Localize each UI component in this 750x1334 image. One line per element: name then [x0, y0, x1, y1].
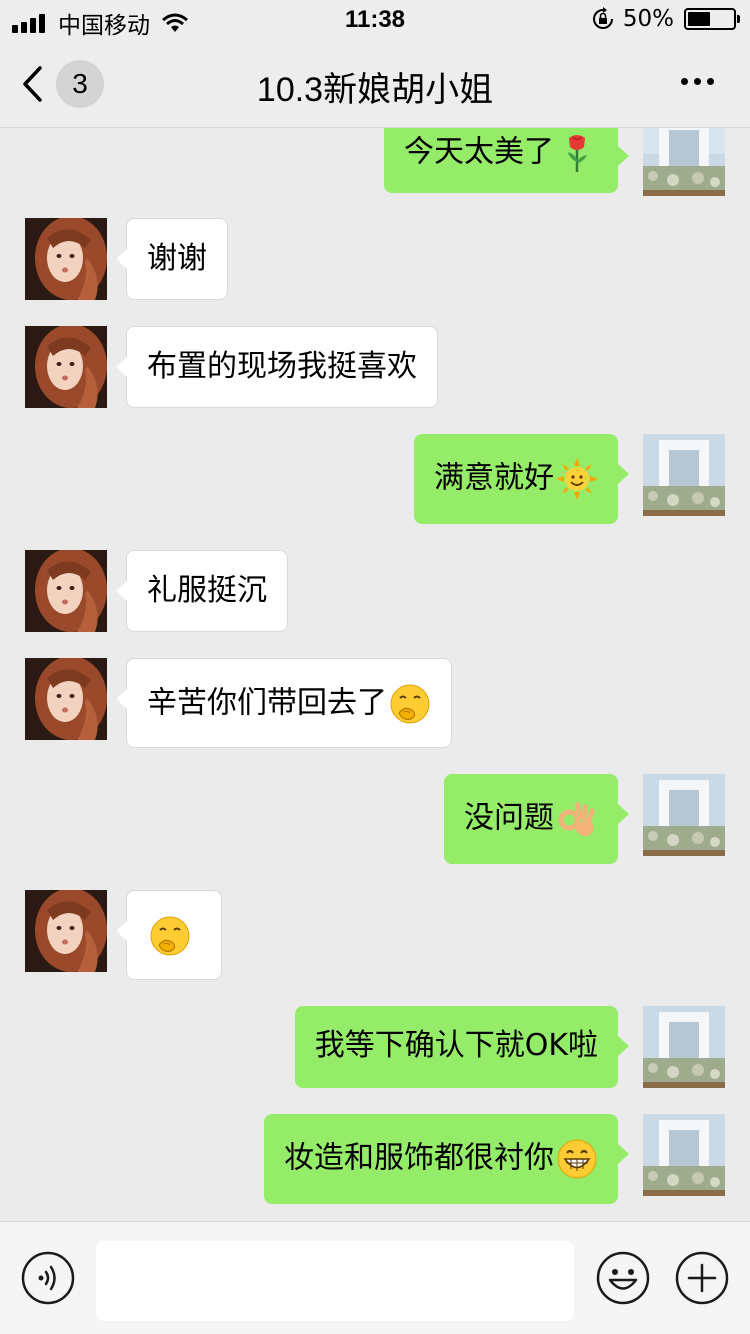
status-right: 50% [591, 6, 740, 32]
chuckle-emoji-icon [390, 684, 430, 724]
contact-avatar[interactable] [25, 326, 107, 408]
message-text: 今天太美了 [404, 134, 554, 170]
contact-avatar[interactable] [25, 890, 107, 972]
my-avatar[interactable] [643, 1114, 725, 1196]
message-bubble-outgoing[interactable]: 没问题 [444, 774, 629, 864]
message-bubble-incoming[interactable]: 礼服挺沉 [116, 550, 288, 632]
message-bubble-outgoing[interactable]: 我等下确认下就OK啦 [294, 1006, 630, 1088]
message-text: 谢谢 [147, 241, 207, 276]
emoji-face-icon[interactable] [596, 1251, 650, 1305]
message-bubble-incoming[interactable]: 辛苦你们带回去了 [116, 658, 452, 748]
status-bar: 中国移动 11:38 50% [0, 0, 750, 40]
contact-avatar[interactable] [25, 550, 107, 632]
sun-emoji-icon [556, 458, 598, 500]
message-bubble-outgoing[interactable]: 妆造和服饰都很衬你 [264, 1114, 629, 1204]
my-avatar[interactable] [643, 1006, 725, 1088]
avatar-image [643, 128, 725, 196]
message-text: 礼服挺沉 [147, 573, 267, 608]
avatar-image [643, 1006, 725, 1088]
my-avatar[interactable] [643, 128, 725, 196]
message-bubble-outgoing[interactable]: 今天太美了 [384, 128, 629, 193]
rotation-lock-icon [592, 7, 613, 29]
message-bubble-incoming[interactable]: 谢谢 [116, 218, 228, 300]
avatar-image [25, 658, 107, 740]
chuckle-emoji-icon [150, 916, 190, 956]
message-bubble-outgoing[interactable]: 满意就好 [414, 434, 629, 524]
contact-avatar[interactable] [25, 218, 107, 300]
more-icon[interactable] [675, 78, 714, 85]
voice-icon[interactable] [21, 1251, 75, 1305]
avatar-image [25, 890, 107, 972]
message-text: 没问题 [464, 800, 554, 836]
nav-bar: 3 10.3新娘胡小姐 [0, 40, 750, 128]
message-text: 布置的现场我挺喜欢 [147, 349, 417, 384]
contact-avatar[interactable] [25, 658, 107, 740]
message-text: 辛苦你们带回去了 [147, 685, 387, 721]
chat-message-list[interactable]: 今天太美了 谢谢 布置的现场我挺喜欢 满意就好 礼服挺沉 辛苦你们带回去了 没问… [0, 128, 750, 1221]
battery-percent: 50% [622, 6, 674, 32]
chat-title: 10.3新娘胡小姐 [256, 71, 494, 109]
message-text: 妆造和服饰都很衬你 [284, 1140, 554, 1176]
avatar-image [25, 218, 107, 300]
my-avatar[interactable] [643, 434, 725, 516]
message-text: 我等下确认下就OK啦 [314, 1028, 598, 1063]
rose-emoji-icon [568, 135, 587, 172]
message-bubble-incoming[interactable] [116, 890, 222, 980]
grin-emoji-icon [557, 1139, 597, 1179]
input-bar [0, 1221, 750, 1334]
battery-icon [684, 8, 740, 30]
message-input[interactable] [96, 1241, 574, 1321]
ok-hand-emoji-icon [558, 802, 595, 837]
avatar-image [643, 434, 725, 516]
my-avatar[interactable] [643, 774, 725, 856]
avatar-image [643, 774, 725, 856]
avatar-image [25, 326, 107, 408]
message-bubble-incoming[interactable]: 布置的现场我挺喜欢 [116, 326, 438, 408]
avatar-image [643, 1114, 725, 1196]
plus-icon[interactable] [675, 1251, 729, 1305]
message-text: 满意就好 [434, 460, 554, 496]
avatar-image [25, 550, 107, 632]
